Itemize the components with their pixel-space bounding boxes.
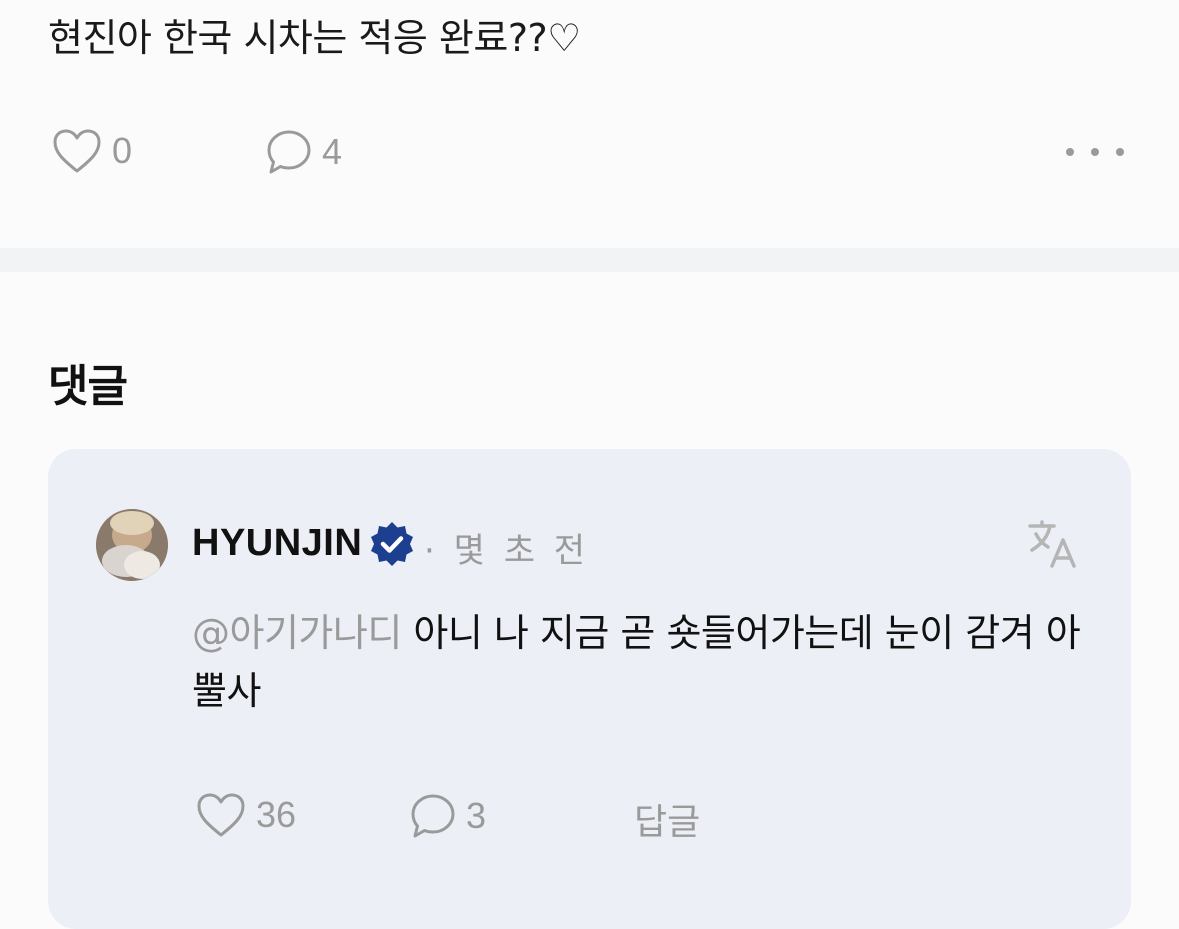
more-options-button[interactable] (1066, 140, 1124, 164)
comment-text: @아기가나디 아니 나 지금 곧 숏들어가는데 눈이 감겨 아뿔사 (192, 604, 1092, 720)
speech-bubble-icon (411, 794, 455, 838)
heart-icon (197, 793, 245, 837)
comment-reply-count-button[interactable]: 3 (410, 792, 486, 840)
speech-bubble-icon (267, 130, 311, 174)
comment-mention[interactable]: @아기가나디 (192, 611, 402, 655)
more-dot (1116, 148, 1124, 156)
more-horizontal-icon (1066, 148, 1074, 156)
comments-title: 댓글 (48, 361, 128, 412)
section-divider (0, 248, 1179, 272)
post-text: 현진아 한국 시차는 적응 완료??♡ (48, 16, 581, 60)
comment-like-button[interactable]: 36 (196, 792, 296, 838)
translate-icon (1028, 520, 1076, 568)
comment-author[interactable]: HYUNJIN (192, 522, 362, 565)
post-like-count: 0 (112, 130, 133, 171)
post-comment-count: 4 (322, 131, 343, 172)
translate-button[interactable] (1026, 518, 1080, 574)
comment-like-count: 36 (256, 794, 297, 835)
heart-icon (53, 129, 101, 173)
comment-timestamp: · 몇 초 전 (424, 531, 590, 571)
more-dot (1091, 148, 1099, 156)
avatar[interactable] (96, 509, 168, 581)
post-like-button[interactable]: 0 (52, 128, 132, 174)
verified-badge-icon (368, 520, 416, 572)
comment-reply-count: 3 (466, 795, 487, 836)
reply-button[interactable]: 답글 (634, 793, 700, 845)
post-comment-button[interactable]: 4 (266, 128, 342, 176)
avatar-image (96, 509, 168, 581)
